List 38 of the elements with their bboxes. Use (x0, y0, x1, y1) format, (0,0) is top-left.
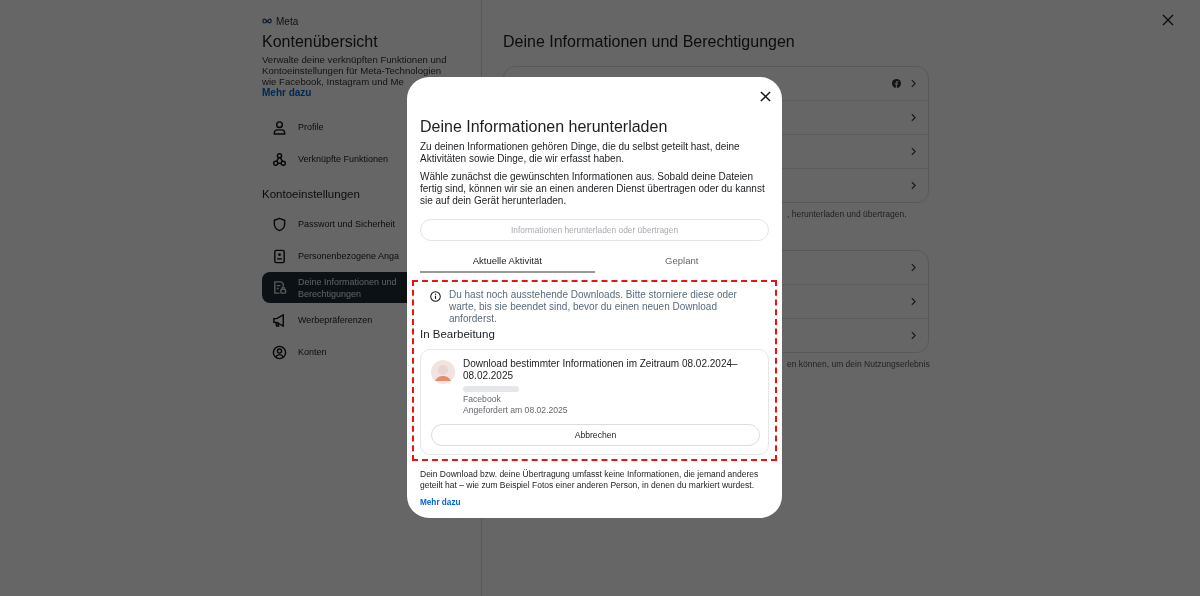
chevron-right-icon[interactable] (911, 297, 916, 306)
document-lock-icon (272, 280, 287, 295)
section-heading: In Bearbeitung (420, 327, 496, 341)
person-icon (272, 119, 287, 135)
disclaimer-text: Dein Download bzw. deine Übertragung umfasst keine Informationen, die jemand anderes geteilt hat – wie zum Beispiel Fotos einer anderen Person, in denen du markiert wurdest. (420, 469, 760, 491)
caption-text: , herunterladen und übertragen. (787, 209, 907, 219)
section-title: Deine Informationen und Berechtigungen (503, 32, 796, 52)
avatar (431, 360, 455, 384)
chevron-right-icon[interactable] (911, 263, 916, 272)
brand-name: Meta (276, 15, 299, 27)
paragraph: Wähle zunächst die gewünschten Informationen aus. Sobald deine Dateien fertig sind, können wir sie an einen anderen Dienst übertragen oder du kannst sie auf dein Gerät herunterladen. (420, 171, 766, 207)
nodes-icon (272, 151, 287, 167)
redacted-blur (463, 385, 519, 393)
id-card-icon (272, 248, 287, 264)
megaphone-icon (272, 312, 287, 328)
info-icon (430, 291, 441, 302)
source-text: Facebook (463, 394, 502, 405)
page-title: Kontenübersicht (262, 32, 379, 52)
shield-icon (272, 216, 287, 232)
description-text: Verwalte deine verknüpften Funktionen und Kontoeinstellungen für Meta-Technologien wie Facebook, Instagram und Me (262, 54, 448, 87)
chevron-right-icon[interactable] (911, 147, 916, 156)
section-heading: Kontoeinstellungen (262, 187, 360, 202)
dialog-title: Deine Informationen herunterladen (420, 117, 669, 137)
close-icon[interactable] (760, 91, 771, 102)
date-text: Angefordert am 08.02.2025 (463, 405, 569, 416)
chevron-right-icon[interactable] (911, 113, 916, 122)
chevron-right-icon[interactable] (911, 181, 916, 190)
meta-logo-icon (262, 17, 274, 25)
facebook-icon (892, 79, 901, 88)
request-title: Download bestimmter Informationen im Zeitraum 08.02.2024–08.02.2025 (463, 358, 739, 382)
chevron-right-icon[interactable] (911, 79, 916, 88)
profile-circle-icon (272, 344, 287, 360)
cancel-button[interactable]: Abbrechen (431, 424, 760, 446)
chevron-right-icon[interactable] (911, 331, 916, 340)
tab[interactable]: Geplant (594, 251, 769, 273)
tab[interactable]: Aktuelle Aktivität (420, 251, 595, 273)
paragraph: Zu deinen Informationen gehören Dinge, die du selbst geteilt hast, deine Aktivitäten sowie Dinge, die wir erfasst haben. (420, 141, 741, 165)
more-link[interactable]: Mehr dazu (420, 497, 461, 508)
